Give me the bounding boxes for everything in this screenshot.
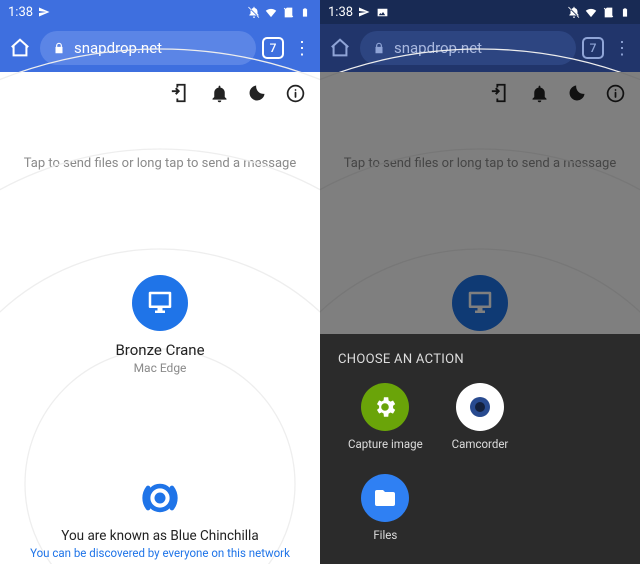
hint-text: Tap to send files or long tap to send a … (0, 156, 320, 171)
sheet-title: CHOOSE AN ACTION (338, 352, 622, 367)
discover-text[interactable]: You can be discovered by everyone on thi… (0, 546, 320, 560)
url-text: snapdrop.net (394, 39, 482, 57)
wifi-icon (584, 5, 598, 19)
install-icon[interactable] (170, 82, 192, 104)
page-icon-row (0, 72, 320, 104)
status-bar: 1:38 (0, 0, 320, 24)
peer-avatar (132, 275, 188, 331)
action-capture-image[interactable]: Capture image (338, 383, 433, 451)
chrome-toolbar: snapdrop.net 7 ⋮ (0, 24, 320, 72)
no-sim-icon (601, 5, 615, 19)
tab-switcher[interactable]: 7 (582, 37, 604, 59)
page-content: Tap to send files or long tap to send a … (0, 72, 320, 564)
home-button[interactable] (326, 34, 354, 62)
battery-icon (618, 5, 632, 19)
status-bar: 1:38 (320, 0, 640, 24)
image-icon (375, 5, 389, 19)
peer-name: Bronze Crane (0, 341, 320, 359)
bell-mute-icon (247, 5, 261, 19)
status-time: 1:38 (8, 5, 33, 20)
info-icon[interactable] (284, 82, 306, 104)
action-sheet: CHOOSE AN ACTION Capture image Camcorder (320, 334, 640, 564)
files-icon (361, 474, 409, 522)
screen-right: 1:38 snapdrop.net 7 ⋮ (320, 0, 640, 564)
send-icon (37, 5, 51, 19)
tab-switcher[interactable]: 7 (262, 37, 284, 59)
url-text: snapdrop.net (74, 39, 162, 57)
known-as-text: You are known as Blue Chinchilla (0, 528, 320, 544)
url-bar[interactable]: snapdrop.net (360, 31, 576, 65)
lock-icon (372, 41, 386, 55)
battery-icon (298, 5, 312, 19)
action-files[interactable]: Files (338, 474, 433, 542)
lock-icon (52, 41, 66, 55)
page-content: Tap to send files or long tap to send a … (320, 72, 640, 564)
capture-image-icon (361, 383, 409, 431)
bell-mute-icon (567, 5, 581, 19)
peer-sub: Mac Edge (0, 361, 320, 375)
home-button[interactable] (6, 34, 34, 62)
snapdrop-logo-icon (138, 476, 182, 520)
action-label: Files (373, 528, 397, 542)
bell-icon[interactable] (208, 82, 230, 104)
status-time: 1:38 (328, 5, 353, 20)
screen-left: 1:38 snapdrop.net 7 ⋮ (0, 0, 320, 564)
moon-icon[interactable] (246, 82, 268, 104)
action-camcorder[interactable]: Camcorder (433, 383, 528, 451)
send-icon (357, 5, 371, 19)
page-footer: You are known as Blue Chinchilla You can… (0, 476, 320, 560)
chrome-menu-button[interactable]: ⋮ (610, 34, 634, 62)
chrome-menu-button[interactable]: ⋮ (290, 34, 314, 62)
url-bar[interactable]: snapdrop.net (40, 31, 256, 65)
action-label: Capture image (348, 437, 423, 451)
chrome-toolbar: snapdrop.net 7 ⋮ (320, 24, 640, 72)
camcorder-icon (456, 383, 504, 431)
peer-device[interactable]: Bronze Crane Mac Edge (0, 275, 320, 375)
action-label: Camcorder (452, 437, 509, 451)
no-sim-icon (281, 5, 295, 19)
wifi-icon (264, 5, 278, 19)
